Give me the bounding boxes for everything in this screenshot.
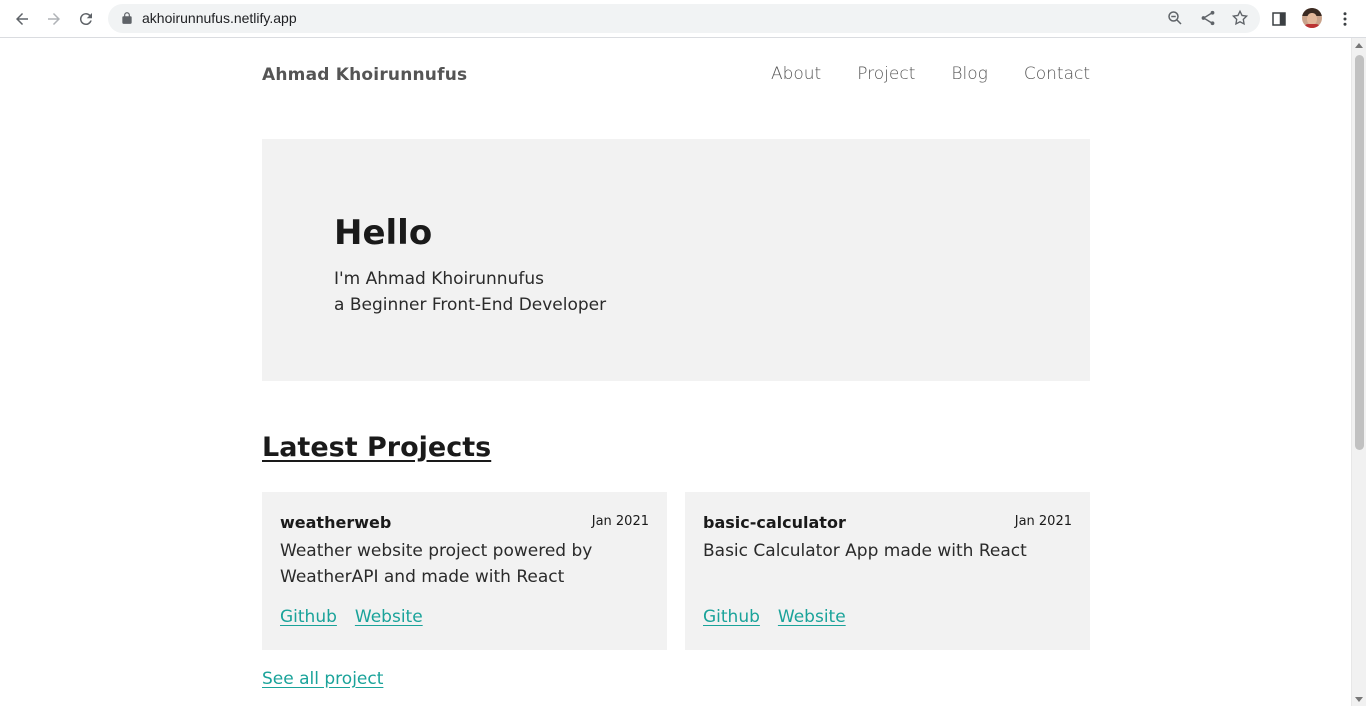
arrow-left-icon — [16, 13, 28, 25]
profile-avatar[interactable] — [1302, 8, 1322, 28]
github-link[interactable]: Github — [703, 607, 760, 627]
github-link[interactable]: Github — [280, 607, 337, 627]
see-all-projects-link[interactable]: See all project — [262, 669, 383, 689]
zoom-icon[interactable] — [1166, 9, 1184, 27]
hero-title: Hello — [334, 213, 433, 253]
address-bar[interactable]: akhoirunnufus.netlify.app — [108, 4, 1260, 33]
side-panel-icon — [1272, 12, 1286, 26]
back-button[interactable] — [10, 7, 34, 31]
reload-icon — [79, 13, 92, 26]
project-date: Jan 2021 — [591, 514, 649, 529]
project-card: weatherweb Jan 2021 Weather website proj… — [262, 492, 667, 650]
project-links: Github Website — [280, 607, 423, 627]
hero-role: a Beginner Front-End Developer — [334, 295, 607, 315]
nav-project[interactable]: Project — [857, 64, 915, 84]
scroll-up-arrow[interactable] — [1355, 43, 1363, 48]
project-date: Jan 2021 — [1014, 514, 1072, 529]
share-icon[interactable] — [1199, 9, 1217, 27]
lock-icon — [122, 12, 132, 24]
more-vertical-icon — [1343, 12, 1347, 26]
latest-projects-title: Latest Projects — [262, 432, 492, 463]
star-icon[interactable] — [1231, 9, 1249, 27]
project-links: Github Website — [703, 607, 846, 627]
reload-button[interactable] — [74, 7, 98, 31]
scroll-down-arrow[interactable] — [1355, 697, 1363, 702]
page-content: Ahmad Khoirunnufus About Project Blog Co… — [0, 38, 1351, 706]
project-card: basic-calculator Jan 2021 Basic Calculat… — [685, 492, 1090, 650]
nav-about[interactable]: About — [771, 64, 821, 84]
site-brand[interactable]: Ahmad Khoirunnufus — [262, 65, 467, 85]
side-panel-button[interactable] — [1267, 7, 1291, 31]
website-link[interactable]: Website — [778, 607, 846, 627]
nav-contact[interactable]: Contact — [1024, 64, 1090, 84]
arrow-right-icon — [48, 13, 60, 25]
hero-section: Hello I'm Ahmad Khoirunnufus a Beginner … — [262, 139, 1090, 381]
project-name: basic-calculator — [703, 513, 846, 532]
forward-button[interactable] — [42, 7, 66, 31]
project-description: Basic Calculator App made with React — [703, 541, 1027, 561]
scroll-thumb[interactable] — [1355, 55, 1364, 450]
page-scrollbar[interactable] — [1351, 38, 1366, 706]
hero-intro: I'm Ahmad Khoirunnufus — [334, 269, 544, 289]
project-description: Weather website project powered by Weath… — [280, 541, 593, 587]
menu-button[interactable] — [1333, 7, 1357, 31]
nav-blog[interactable]: Blog — [951, 64, 987, 84]
project-name: weatherweb — [280, 513, 392, 532]
website-link[interactable]: Website — [355, 607, 423, 627]
site-nav: About Project Blog Contact — [771, 64, 1090, 84]
url-text[interactable]: akhoirunnufus.netlify.app — [142, 10, 297, 26]
browser-toolbar: akhoirunnufus.netlify.app — [0, 0, 1366, 38]
